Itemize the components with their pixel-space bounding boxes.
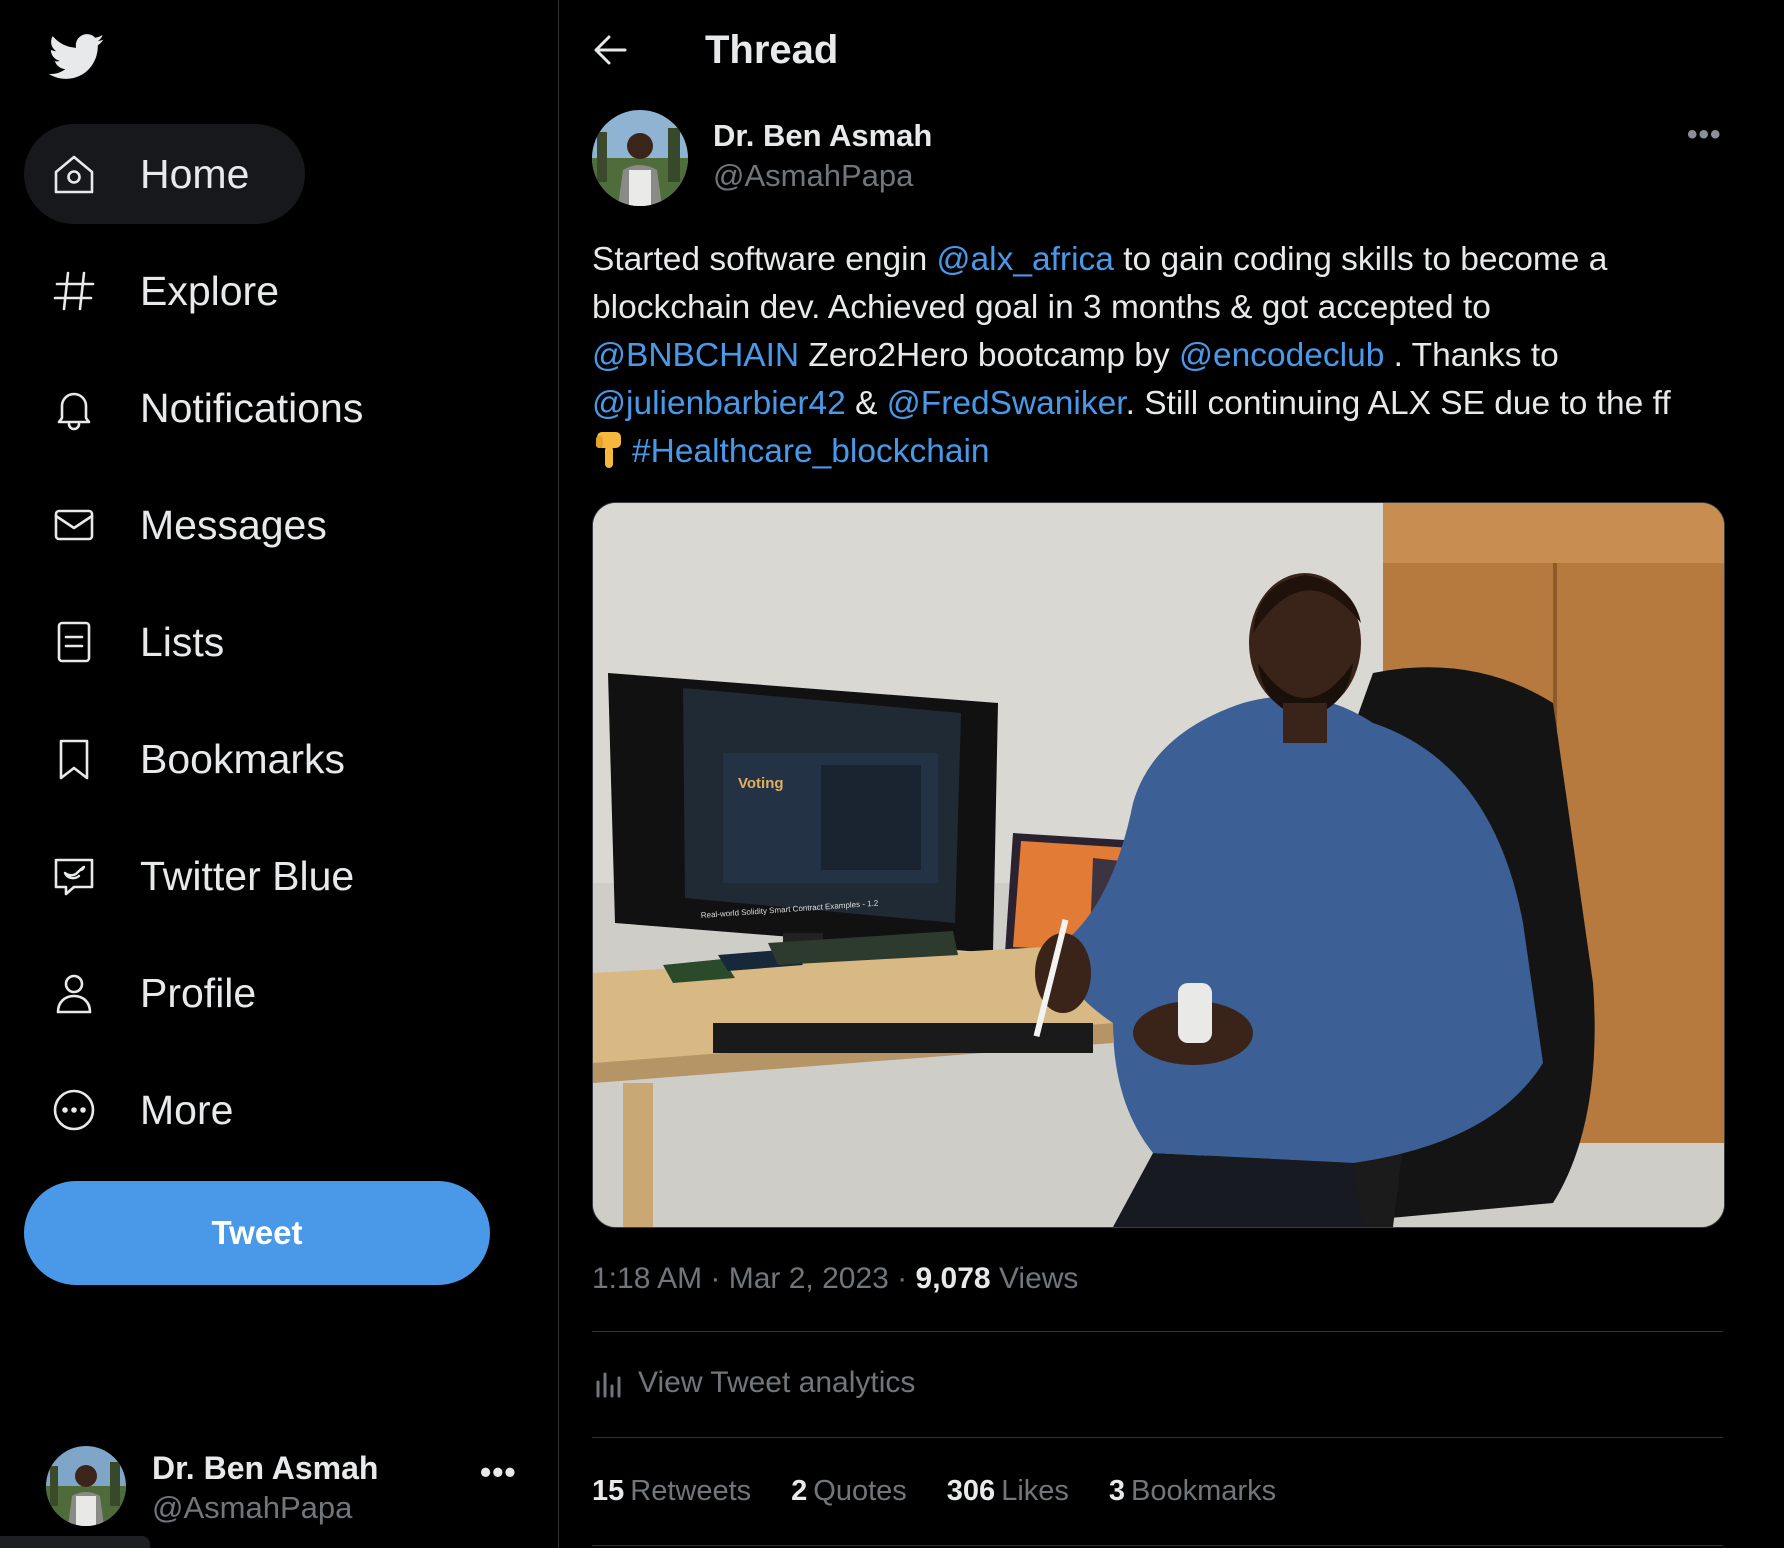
nav-home-label: Home (140, 150, 250, 197)
twitter-blue-icon (48, 850, 100, 902)
home-icon (48, 148, 100, 200)
twitter-bird-icon[interactable] (46, 28, 108, 84)
tweet-time[interactable]: 1:18 AM (592, 1262, 702, 1295)
divider (592, 1437, 1723, 1438)
nav-lists-label: Lists (140, 618, 225, 665)
nav-explore-label: Explore (140, 267, 280, 314)
tooltip-stub (0, 1536, 150, 1548)
bell-icon (48, 382, 100, 434)
bookmarks-label: Bookmarks (1131, 1475, 1277, 1507)
author-handle[interactable]: @AsmahPapa (713, 158, 913, 194)
author-avatar[interactable] (592, 110, 688, 206)
likes-stat[interactable]: 306 Likes (947, 1475, 1069, 1508)
nav-twitter-blue-label: Twitter Blue (140, 852, 355, 899)
nav-more-label: More (140, 1086, 234, 1133)
mention-link[interactable]: @alx_africa (937, 241, 1114, 278)
account-name: Dr. Ben Asmah (152, 1450, 379, 1486)
list-icon (48, 616, 100, 668)
separator: · (888, 1262, 916, 1295)
mention-link[interactable]: @encodeclub (1179, 337, 1384, 374)
view-analytics-link[interactable]: View Tweet analytics (592, 1366, 915, 1400)
nav-notifications-label: Notifications (140, 384, 364, 431)
back-button[interactable] (589, 28, 633, 72)
likes-label: Likes (1001, 1475, 1069, 1507)
retweets-count: 15 (592, 1475, 625, 1507)
text-run: Started software engin (592, 241, 937, 278)
nav-lists[interactable]: Lists (24, 592, 280, 692)
analytics-label: View Tweet analytics (638, 1366, 916, 1399)
quotes-label: Quotes (813, 1475, 907, 1507)
text-run: Zero2Hero bootcamp by (799, 337, 1179, 374)
retweets-label: Retweets (630, 1475, 752, 1507)
retweets-stat[interactable]: 15 Retweets (592, 1475, 751, 1508)
tweet-text-line: Started software engin @alx_africa to ga… (592, 236, 1772, 284)
divider (592, 1545, 1723, 1546)
tweet-photo[interactable]: Voting Real-world Solidity Smart Contrac… (592, 502, 1725, 1228)
text-run: blockchain dev. Achieved goal in 3 month… (592, 289, 1491, 326)
tweet-stats: 15 Retweets 2 Quotes 306 Likes 3 Bookmarks (592, 1475, 1316, 1508)
tweet-text: Started software engin @alx_africa to ga… (592, 236, 1772, 476)
hashtag-link[interactable]: #Healthcare_blockchain (632, 433, 990, 470)
tweet-text-line: blockchain dev. Achieved goal in 3 month… (592, 284, 1772, 332)
nav-messages[interactable]: Messages (24, 475, 383, 575)
text-run: . Still continuing ALX SE due to the ff (1125, 385, 1671, 422)
nav-notifications[interactable]: Notifications (24, 358, 419, 458)
nav-profile-label: Profile (140, 969, 257, 1016)
hashtag-icon (48, 265, 100, 317)
more-circle-icon (48, 1084, 100, 1136)
nav-home[interactable]: Home (24, 124, 306, 224)
tweet-text-line: @BNBCHAIN Zero2Hero bootcamp by @encodec… (592, 332, 1772, 380)
person-icon (48, 967, 100, 1019)
tweet-text-line: #Healthcare_blockchain (592, 428, 1772, 476)
analytics-icon (596, 1372, 621, 1398)
tweet-text-line: @julienbarbier42 & @FredSwaniker. Still … (592, 380, 1772, 428)
author-name[interactable]: Dr. Ben Asmah (713, 118, 932, 154)
pointing-down-emoji-icon (596, 432, 621, 468)
mention-link[interactable]: @julienbarbier42 (592, 385, 846, 422)
mention-link[interactable]: @FredSwaniker (887, 385, 1126, 422)
nav-bookmarks-label: Bookmarks (140, 735, 346, 782)
nav-twitter-blue[interactable]: Twitter Blue (24, 826, 410, 926)
photo-illustration: Voting Real-world Solidity Smart Contrac… (593, 503, 1724, 1227)
text-run: . Thanks to (1384, 337, 1559, 374)
tweet-more-icon[interactable]: ••• (1687, 118, 1722, 152)
account-more-icon[interactable]: ••• (480, 1454, 517, 1491)
nav-more[interactable]: More (24, 1060, 289, 1160)
quotes-count: 2 (791, 1475, 808, 1507)
separator: · (702, 1262, 729, 1295)
nav-bookmarks[interactable]: Bookmarks (24, 709, 401, 809)
bookmarks-count: 3 (1108, 1475, 1126, 1507)
nav-explore[interactable]: Explore (24, 241, 335, 341)
account-switcher[interactable]: Dr. Ben Asmah @AsmahPapa ••• (46, 1440, 526, 1530)
avatar (46, 1446, 126, 1526)
likes-count: 306 (946, 1475, 996, 1507)
bookmark-icon (48, 733, 100, 785)
text-run: to gain coding skills to become a (1113, 241, 1608, 278)
views-label: Views (998, 1262, 1079, 1295)
text-run: & (845, 385, 887, 422)
bookmarks-stat[interactable]: 3 Bookmarks (1109, 1475, 1276, 1508)
nav-profile[interactable]: Profile (24, 943, 312, 1043)
tweet-date[interactable]: Mar 2, 2023 (729, 1262, 889, 1295)
tweet-meta: 1:18 AM · Mar 2, 2023 · 9,078 Views (592, 1262, 1078, 1296)
nav-messages-label: Messages (140, 501, 327, 548)
left-sidebar: Home Explore Notifications Messages List… (0, 0, 558, 1548)
views-count: 9,078 (915, 1262, 991, 1295)
screen-title: Voting (738, 775, 784, 792)
back-arrow-icon (594, 35, 627, 65)
quotes-stat[interactable]: 2 Quotes (791, 1475, 907, 1508)
mention-link[interactable]: @BNBCHAIN (592, 337, 799, 374)
envelope-icon (48, 499, 100, 551)
thread-column: Thread Dr. Ben Asmah @AsmahPapa ••• Star… (559, 0, 1784, 1548)
page-title: Thread (705, 28, 839, 72)
divider (592, 1331, 1723, 1332)
tweet-button[interactable]: Tweet (24, 1181, 490, 1285)
account-handle: @AsmahPapa (152, 1490, 353, 1525)
